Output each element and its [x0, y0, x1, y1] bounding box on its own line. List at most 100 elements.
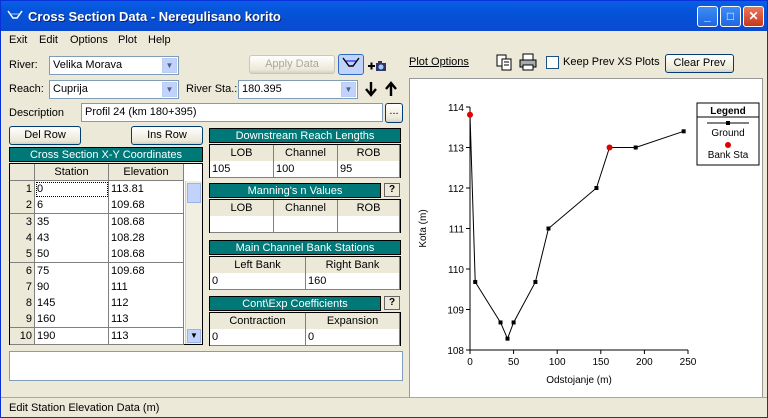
row-number[interactable]: 9 [10, 311, 35, 329]
y-axis-label: Kota (m) [418, 209, 429, 247]
menu-edit[interactable]: Edit [39, 34, 58, 46]
y-tick-label: 112 [448, 184, 464, 195]
station-cell[interactable]: 6 [35, 197, 109, 215]
arrow-up-icon[interactable] [383, 80, 399, 98]
station-cell[interactable]: 160 [35, 311, 109, 329]
scrollbar-thumb[interactable] [187, 183, 201, 203]
minimize-button[interactable]: _ [697, 6, 718, 27]
right-bank-header: Right Bank [306, 257, 400, 274]
keep-prev-label: Keep Prev XS Plots [563, 56, 660, 68]
scroll-down-icon[interactable]: ▼ [187, 329, 201, 343]
chevron-down-icon[interactable]: ▼ [341, 82, 356, 97]
cross-section-view-button[interactable] [338, 54, 364, 75]
y-tick-label: 110 [448, 265, 464, 276]
x-tick-label: 50 [508, 357, 520, 368]
river-sta-select[interactable]: 180.395 ▼ [238, 80, 358, 99]
row-number[interactable]: 2 [10, 197, 35, 215]
elevation-cell[interactable]: 109.68 [109, 262, 184, 280]
x-axis-label: Odstojanje (m) [546, 375, 612, 386]
del-row-button[interactable]: Del Row [9, 126, 81, 145]
lob-n-cell[interactable] [210, 216, 274, 233]
row-number[interactable]: 4 [10, 229, 35, 247]
rob-length-cell[interactable]: 95 [338, 161, 400, 178]
menu-plot[interactable]: Plot [118, 34, 137, 46]
channel-length-cell[interactable]: 100 [274, 161, 338, 178]
x-tick-label: 0 [467, 357, 473, 368]
station-cell[interactable]: 50 [35, 246, 109, 264]
elevation-cell[interactable]: 108.28 [109, 229, 184, 247]
plot-options-link[interactable]: Plot Options [409, 56, 469, 68]
print-icon[interactable] [518, 53, 538, 71]
chevron-down-icon[interactable]: ▼ [162, 82, 177, 97]
clear-prev-button[interactable]: Clear Prev [665, 54, 734, 73]
copy-icon[interactable] [494, 53, 514, 71]
vertical-scrollbar[interactable]: ▼ [185, 181, 202, 344]
right-bank-cell[interactable]: 160 [306, 273, 400, 290]
apply-data-button[interactable]: Apply Data [249, 55, 335, 74]
row-number[interactable]: 1 [10, 181, 35, 198]
row-number[interactable]: 8 [10, 295, 35, 313]
row-number[interactable]: 6 [10, 262, 35, 280]
menu-bar: Exit Edit Options Plot Help [1, 31, 767, 49]
add-picture-icon[interactable] [367, 57, 387, 75]
station-cell[interactable]: 75 [35, 262, 109, 280]
elevation-cell[interactable]: 108.68 [109, 213, 184, 231]
rob-header: ROB [338, 145, 400, 162]
ground-point [505, 336, 510, 341]
reach-label: Reach: [9, 83, 44, 95]
elevation-cell[interactable]: 108.68 [109, 246, 184, 264]
river-value: Velika Morava [53, 59, 123, 71]
rob-n-cell[interactable] [338, 216, 400, 233]
help-icon[interactable]: ? [384, 183, 400, 197]
notes-box[interactable] [9, 351, 403, 381]
menu-help[interactable]: Help [148, 34, 171, 46]
elevation-cell[interactable]: 109.68 [109, 197, 184, 215]
station-cell[interactable]: 35 [35, 213, 109, 231]
elevation-cell[interactable]: 112 [109, 295, 184, 313]
bank-stations-table: Left Bank Right Bank 0 160 [209, 256, 401, 290]
left-bank-cell[interactable]: 0 [210, 273, 306, 290]
elevation-cell[interactable]: 113 [109, 327, 184, 345]
elevation-cell[interactable]: 111 [109, 278, 184, 296]
maximize-button[interactable]: □ [720, 6, 741, 27]
cross-section-icon [342, 57, 360, 67]
contraction-cell[interactable]: 0 [210, 329, 306, 346]
x-tick-label: 200 [636, 357, 653, 368]
expansion-header: Expansion [306, 313, 400, 330]
row-number[interactable]: 3 [10, 213, 35, 231]
station-cell[interactable]: 190 [35, 327, 109, 345]
expansion-cell[interactable]: 0 [306, 329, 400, 346]
station-cell[interactable]: 90 [35, 278, 109, 296]
window-title: Cross Section Data - Neregulisano korito [28, 9, 281, 24]
title-bar: Cross Section Data - Neregulisano korito… [1, 1, 767, 31]
rob-header: ROB [338, 200, 400, 217]
close-button[interactable]: ✕ [743, 6, 764, 27]
station-cell[interactable]: 43 [35, 229, 109, 247]
bank-sta-point [467, 111, 473, 118]
contraction-header: Contraction [210, 313, 306, 330]
keep-prev-checkbox[interactable] [546, 56, 559, 69]
description-input[interactable]: Profil 24 (km 180+395) [81, 103, 383, 122]
description-label: Description [9, 107, 65, 119]
ins-row-button[interactable]: Ins Row [131, 126, 203, 145]
station-cell[interactable]: 145 [35, 295, 109, 313]
row-number[interactable]: 5 [10, 246, 35, 264]
lob-length-cell[interactable]: 105 [210, 161, 274, 178]
channel-header: Channel [274, 200, 338, 217]
reach-select[interactable]: Cuprija ▼ [49, 80, 179, 99]
row-number[interactable]: 10 [10, 327, 35, 345]
description-browse-button[interactable]: ... [385, 103, 403, 123]
bank-sta-point [606, 144, 613, 151]
row-number[interactable]: 7 [10, 278, 35, 296]
river-select[interactable]: Velika Morava ▼ [49, 56, 179, 75]
arrow-down-icon[interactable] [363, 80, 379, 98]
elevation-cell[interactable]: 113.81 [109, 181, 184, 198]
help-icon[interactable]: ? [384, 296, 400, 310]
chevron-down-icon[interactable]: ▼ [162, 58, 177, 73]
plot-area: 0 50 100 150 200 250 108 109 110 111 112 113 114 Odst… [409, 78, 763, 398]
elevation-cell[interactable]: 113 [109, 311, 184, 329]
menu-options[interactable]: Options [70, 34, 108, 46]
menu-exit[interactable]: Exit [9, 34, 27, 46]
station-cell[interactable]: 0 [35, 181, 109, 198]
channel-n-cell[interactable] [274, 216, 338, 233]
